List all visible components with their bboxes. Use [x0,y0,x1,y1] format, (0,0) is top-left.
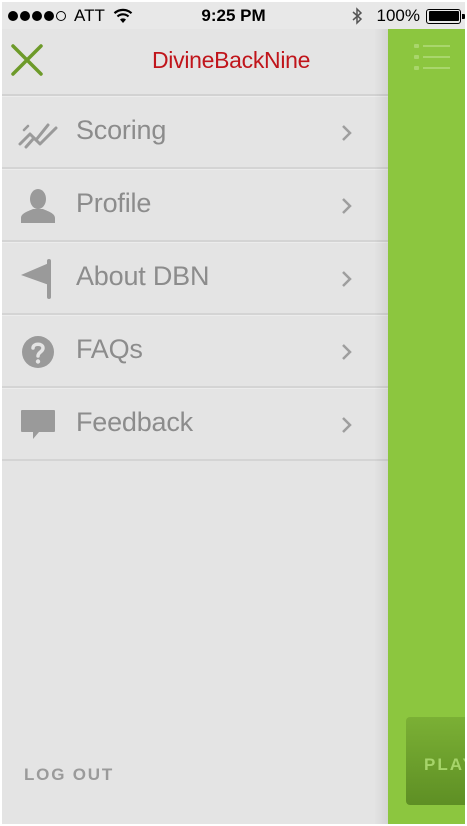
logout-button[interactable]: LOG OUT [24,765,114,785]
menu-item-label: FAQs [76,334,143,364]
menu-item-profile[interactable]: Profile [2,169,388,242]
play-button-label: PLAY [424,755,465,774]
battery-fill [428,11,459,21]
menu-item-faqs[interactable]: FAQs [2,315,388,388]
drawer-menu: Scoring Profile About DBN FAQs Feedback [2,96,388,461]
close-icon[interactable] [10,43,44,77]
speech-bubble-icon [18,405,58,445]
person-icon [18,186,58,226]
status-bar: ATT 9:25 PM 100% [2,2,465,29]
flag-icon [18,259,58,299]
menu-item-label: Scoring [76,115,167,145]
list-menu-icon[interactable] [414,43,450,71]
main-content-peek[interactable]: PLAY [388,29,465,824]
battery-nub [462,13,465,19]
chevron-right-icon [342,198,352,214]
play-button[interactable]: PLAY [406,717,465,805]
menu-item-label: About DBN [76,261,210,291]
chevron-right-icon [342,417,352,433]
menu-item-feedback[interactable]: Feedback [2,388,388,461]
chart-line-icon [18,113,58,153]
battery-icon [426,8,465,24]
navigation-drawer: DivineBackNine Scoring Profile About DBN… [2,29,388,824]
drawer-header: DivineBackNine [2,29,388,96]
chevron-right-icon [342,271,352,287]
app-title: DivineBackNine [152,47,311,73]
menu-item-label: Profile [76,188,152,218]
chevron-right-icon [342,125,352,141]
status-right: 100% [351,6,465,26]
bluetooth-icon [352,7,362,25]
menu-item-about[interactable]: About DBN [2,242,388,315]
battery-percent: 100% [376,6,420,25]
menu-item-label: Feedback [76,407,193,437]
app-frame: ATT 9:25 PM 100% PLA DivineBackNine Scor… [2,2,465,824]
chevron-right-icon [342,344,352,360]
question-icon [18,332,58,372]
menu-item-scoring[interactable]: Scoring [2,96,388,169]
